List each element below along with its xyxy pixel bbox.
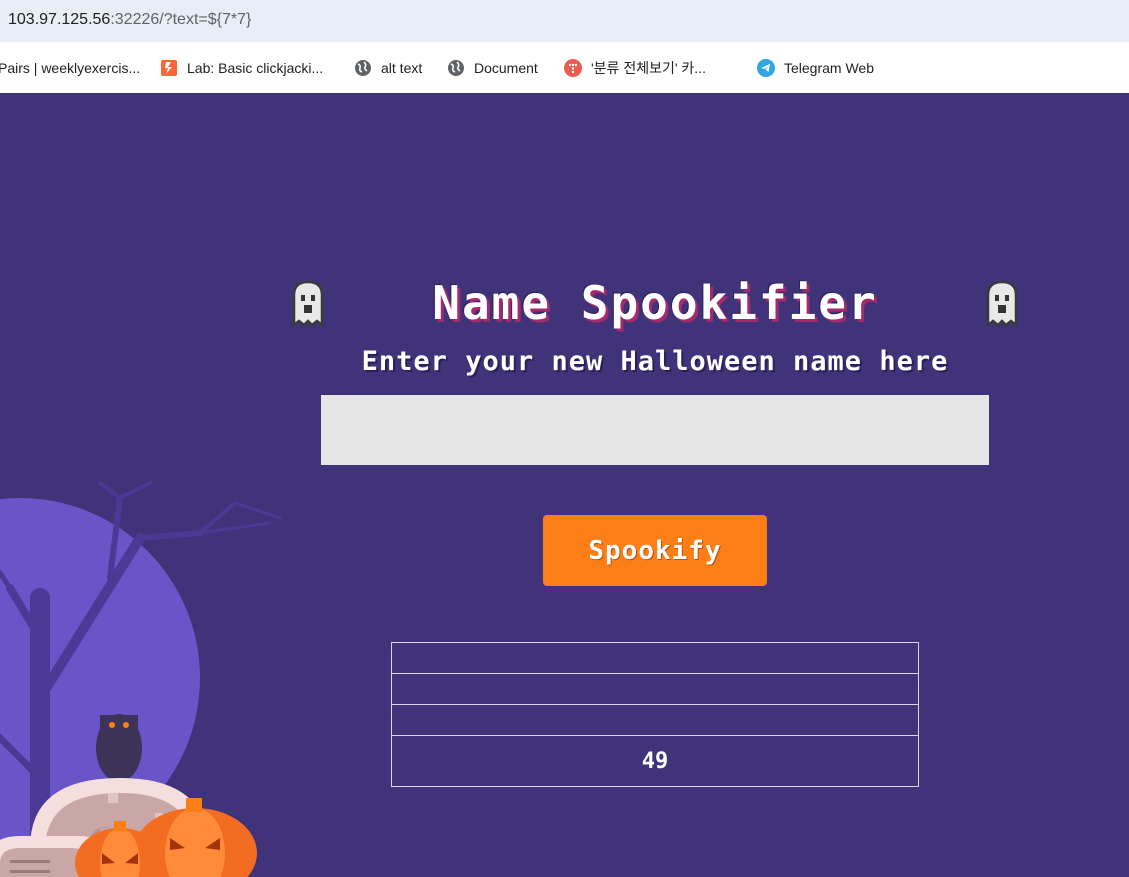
url-text[interactable]: 103.97.125.56:32226/?text=${7*7} — [8, 11, 251, 29]
bookmark-document[interactable]: Document — [447, 58, 538, 78]
bookmark-blog[interactable]: '분류 전체보기' 카... — [564, 58, 706, 78]
page-content: Name Spookifier Enter your new Halloween… — [0, 93, 1129, 877]
title-row: Name Spookifier — [290, 273, 1020, 333]
bookmark-label: alt text — [381, 60, 423, 76]
ghost-icon — [986, 280, 1018, 327]
owl-icon — [96, 714, 142, 782]
result-cell — [391, 642, 919, 674]
bookmark-label: Pairs | weeklyexercis... — [0, 60, 141, 76]
blog-icon — [564, 59, 582, 77]
ghost-icon — [292, 280, 324, 327]
table-row — [391, 704, 919, 736]
table-row: 49 — [391, 735, 919, 787]
bookmark-lab[interactable]: Lab: Basic clickjacki... — [160, 58, 323, 78]
name-input[interactable] — [321, 395, 989, 465]
lab-flag-icon — [161, 60, 177, 76]
url-path: :32226/?text=${7*7} — [110, 11, 252, 28]
page-title: Name Spookifier — [432, 276, 878, 330]
bookmark-pairs[interactable]: Pairs | weeklyexercis... — [0, 58, 140, 78]
bookmark-label: Telegram Web — [784, 60, 875, 76]
bookmark-label: Document — [474, 60, 538, 76]
result-cell: 49 — [391, 735, 919, 787]
bookmark-label: '분류 전체보기' 카... — [591, 60, 706, 76]
bookmark-telegram[interactable]: Telegram Web — [757, 58, 874, 78]
spookify-button[interactable]: Spookify — [543, 515, 767, 586]
bookmarks-bar: Pairs | weeklyexercis... Lab: Basic clic… — [0, 42, 1129, 93]
table-row — [391, 673, 919, 705]
telegram-icon — [757, 59, 775, 77]
halloween-scene-illustration — [0, 481, 282, 877]
result-cell — [391, 704, 919, 736]
bookmark-label: Lab: Basic clickjacki... — [187, 60, 324, 76]
address-bar[interactable]: 103.97.125.56:32226/?text=${7*7} — [0, 0, 1129, 42]
results-table: 49 — [391, 642, 919, 787]
globe-icon — [448, 60, 464, 76]
page-subtitle: Enter your new Halloween name here — [361, 346, 949, 377]
globe-icon — [355, 60, 371, 76]
table-row — [391, 642, 919, 674]
url-host: 103.97.125.56 — [8, 11, 111, 28]
bookmark-alt-text[interactable]: alt text — [354, 58, 422, 78]
result-cell — [391, 673, 919, 705]
